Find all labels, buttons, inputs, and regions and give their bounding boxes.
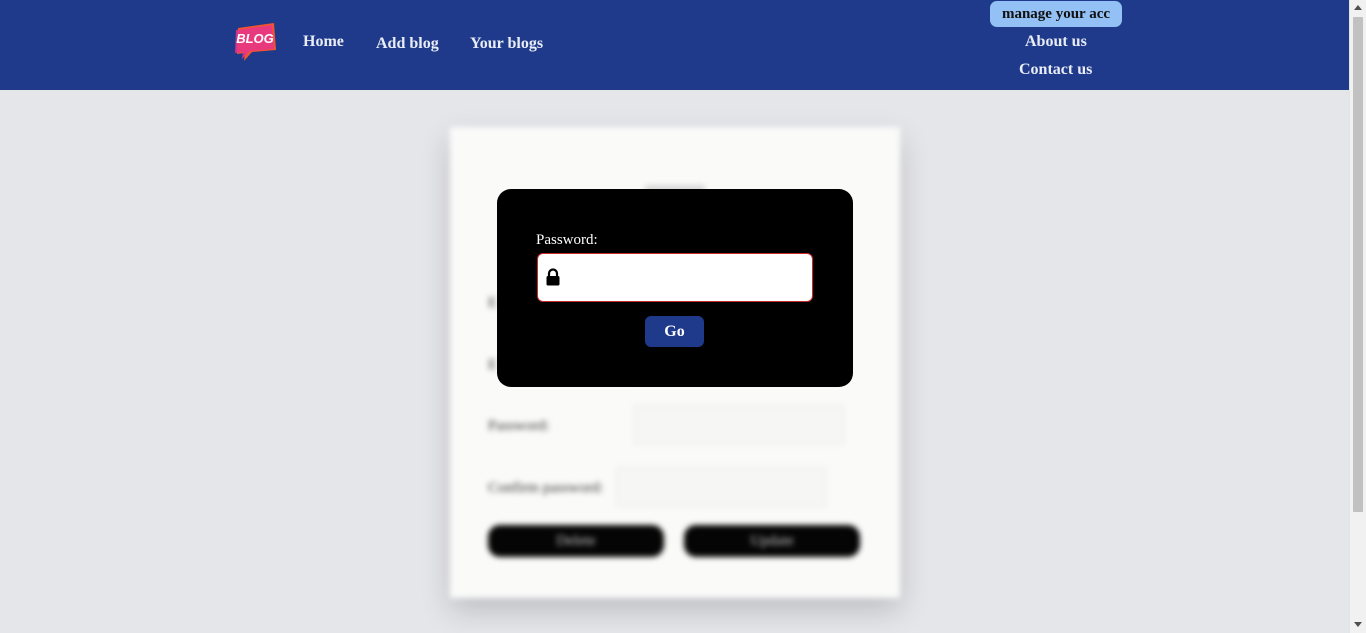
blog-logo[interactable]: BLOG	[234, 22, 278, 62]
confirm-password-label: Confirm password:	[488, 480, 604, 496]
nav-about-link[interactable]: About us	[1025, 33, 1087, 51]
confirm-password-field-bg	[616, 467, 826, 507]
navbar: BLOG Home Add blog Your blogs manage you…	[0, 0, 1349, 90]
delete-button: Delete	[488, 525, 664, 557]
scroll-thumb[interactable]	[1353, 17, 1363, 512]
scroll-up-arrow-icon[interactable]	[1354, 5, 1362, 10]
go-button[interactable]: Go	[645, 316, 704, 347]
modal-password-input[interactable]	[568, 262, 806, 294]
nav-your-blogs-link[interactable]: Your blogs	[470, 35, 543, 53]
field-label-2: E	[488, 357, 498, 373]
manage-account-button[interactable]: manage your acc	[990, 1, 1122, 27]
vertical-scrollbar[interactable]	[1349, 0, 1366, 633]
password-modal: Password: Go	[497, 189, 853, 387]
logo-text: BLOG	[236, 31, 274, 46]
password-label: Password:	[488, 418, 550, 434]
lock-icon	[546, 268, 560, 286]
password-input-box[interactable]	[537, 253, 813, 302]
nav-contact-link[interactable]: Contact us	[1019, 61, 1092, 79]
scroll-down-arrow-icon[interactable]	[1354, 622, 1362, 627]
password-field-bg	[634, 405, 844, 445]
field-label-1: E	[488, 295, 498, 311]
nav-add-blog-link[interactable]: Add blog	[376, 35, 439, 53]
modal-password-label: Password:	[536, 232, 598, 248]
update-button: Update	[684, 525, 860, 557]
nav-home-link[interactable]: Home	[303, 33, 344, 51]
